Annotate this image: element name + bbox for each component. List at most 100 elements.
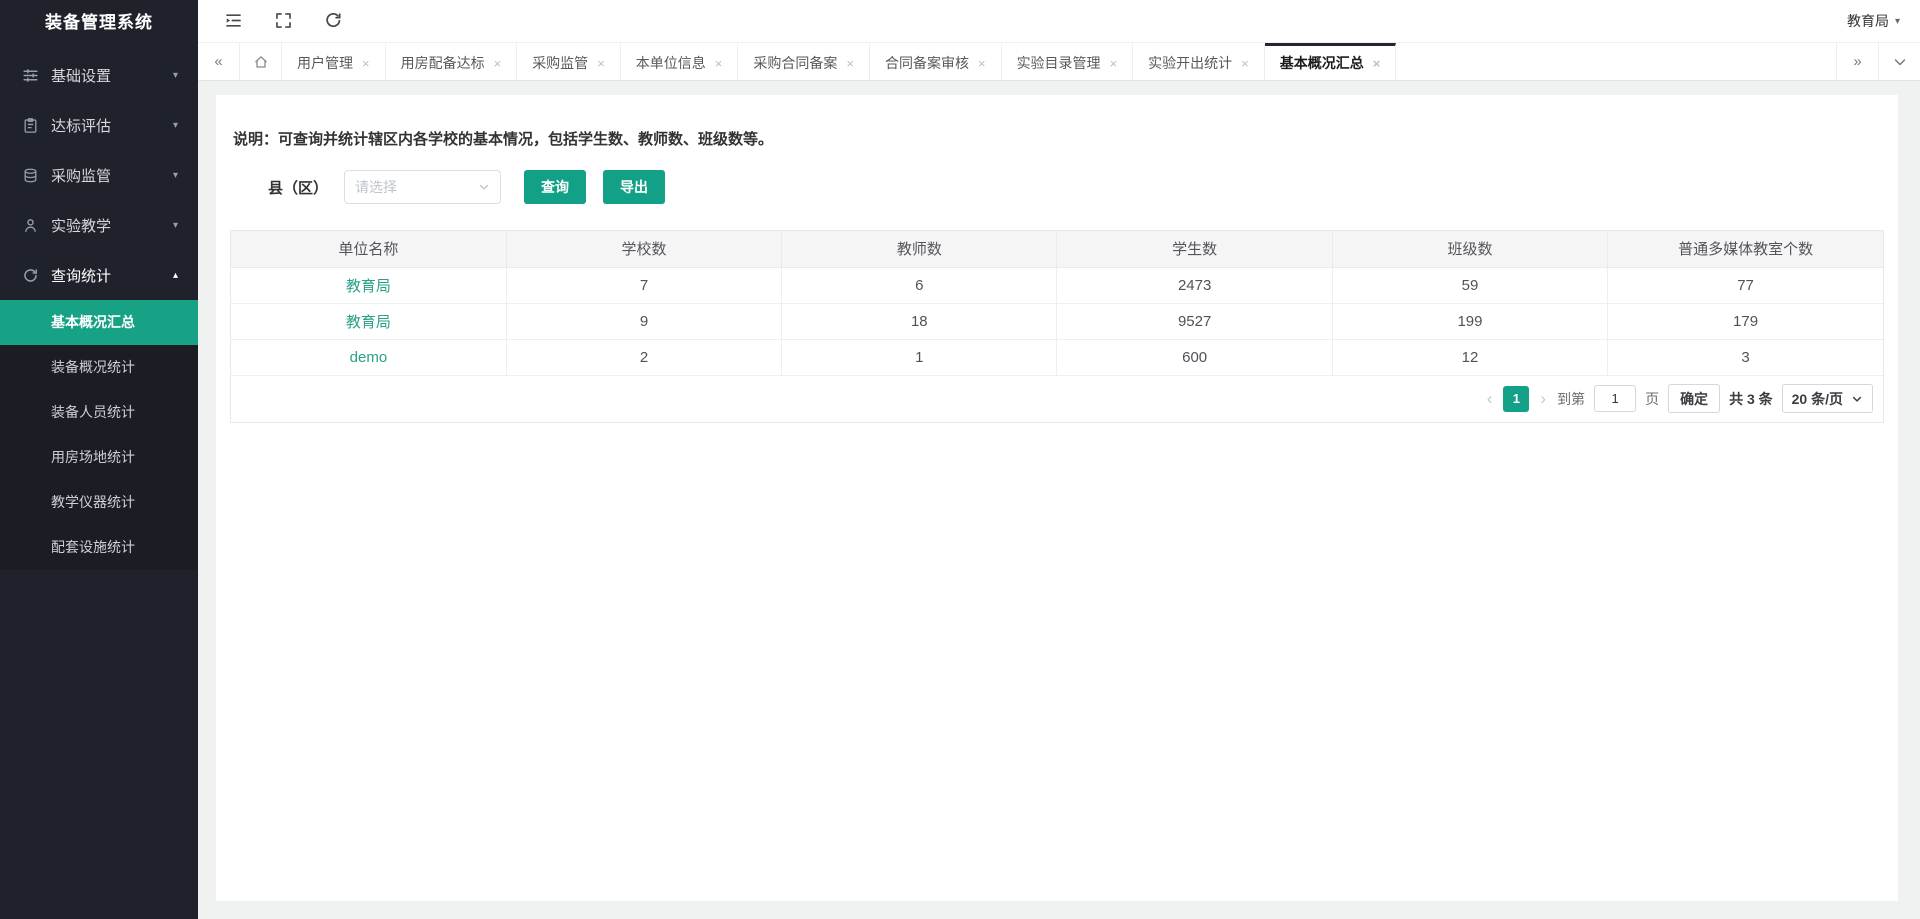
tab-item[interactable]: 采购合同备案 × bbox=[738, 43, 870, 80]
user-dropdown[interactable]: 教育局 ▾ bbox=[1847, 11, 1900, 31]
table-cell: 2 bbox=[505, 338, 783, 376]
tab-label: 合同备案审核 bbox=[884, 55, 969, 71]
fullscreen-icon[interactable] bbox=[274, 11, 294, 31]
tab-active[interactable]: 基本概况汇总 × bbox=[1264, 43, 1397, 80]
table-row: 教育局 9 18 9527 199 179 bbox=[231, 302, 1883, 340]
tabs-scroll-right-button[interactable]: » bbox=[1836, 43, 1878, 80]
unit-link[interactable]: 教育局 bbox=[346, 314, 391, 331]
refresh-icon[interactable] bbox=[324, 11, 344, 31]
sidebar-submenu-item[interactable]: 装备人员统计 bbox=[0, 390, 198, 435]
menu-arrow-icon: ▾ bbox=[172, 119, 178, 131]
tab-item[interactable]: 本单位信息 × bbox=[621, 43, 739, 80]
goto-confirm-button[interactable]: 确定 bbox=[1668, 384, 1721, 413]
topbar: 教育局 ▾ bbox=[198, 0, 1920, 43]
goto-suffix-label: 页 bbox=[1645, 390, 1660, 407]
tab-item[interactable]: 用房配备达标 × bbox=[386, 43, 518, 80]
sidebar-submenu-item[interactable]: 装备概况统计 bbox=[0, 345, 198, 390]
close-icon[interactable]: × bbox=[1241, 57, 1249, 70]
menu-item-label: 查询统计 bbox=[51, 267, 112, 285]
sidebar-menu-item[interactable]: 查询统计 ▴ bbox=[0, 250, 198, 300]
unit-name-cell: 教育局 bbox=[231, 266, 507, 304]
unit-link[interactable]: demo bbox=[350, 349, 388, 366]
page-number-button[interactable]: 1 bbox=[1503, 385, 1530, 412]
close-icon[interactable]: × bbox=[362, 57, 370, 70]
sidebar-submenu-item[interactable]: 基本概况汇总 bbox=[0, 300, 198, 345]
close-icon[interactable]: × bbox=[1110, 57, 1118, 70]
table-header-cell: 学校数 bbox=[505, 231, 783, 268]
menu-arrow-icon: ▾ bbox=[172, 69, 178, 81]
table-cell: 600 bbox=[1056, 338, 1333, 376]
table-header-cell: 教师数 bbox=[781, 231, 1058, 268]
menu-item-label: 采购监管 bbox=[51, 167, 112, 185]
tab-item[interactable]: 实验开出统计 × bbox=[1133, 43, 1265, 80]
tab-label: 采购监管 bbox=[532, 55, 589, 71]
tab-item[interactable]: 合同备案审核 × bbox=[870, 43, 1002, 80]
tabs-menu-button[interactable] bbox=[1878, 43, 1920, 80]
table-row: 教育局 7 6 2473 59 77 bbox=[231, 266, 1883, 304]
sidebar-menu-item[interactable]: 实验教学 ▾ bbox=[0, 200, 198, 250]
table-cell: 179 bbox=[1607, 302, 1883, 340]
tab-label: 基本概况汇总 bbox=[1279, 55, 1364, 71]
district-select[interactable]: 请选择 bbox=[344, 170, 502, 204]
table-cell: 18 bbox=[781, 302, 1058, 340]
table-cell: 3 bbox=[1607, 338, 1883, 376]
filter-row: 县（区） 请选择 查询 导出 bbox=[230, 170, 1884, 204]
page-description: 说明：可查询并统计辖区内各学校的基本情况，包括学生数、教师数、班级数等。 bbox=[233, 131, 774, 148]
close-icon[interactable]: × bbox=[715, 57, 723, 70]
goto-page-input[interactable] bbox=[1594, 385, 1637, 412]
tab-item[interactable]: 实验目录管理 × bbox=[1002, 43, 1134, 80]
district-select-placeholder: 请选择 bbox=[355, 179, 398, 195]
home-icon[interactable] bbox=[240, 43, 282, 80]
close-icon[interactable]: × bbox=[1373, 57, 1381, 70]
tab-item[interactable]: 用户管理 × bbox=[282, 43, 386, 80]
sync-icon bbox=[22, 267, 39, 284]
tabs-scroll-left-button[interactable]: « bbox=[198, 43, 240, 80]
sidebar-menu: 基础设置 ▾ 达标评估 ▾ 采购监管 ▾ 实验教学 ▾ 查询统计 ▴ 基本概况汇总 装备概况统计 装备人… bbox=[0, 50, 198, 570]
total-count-label: 共 3 条 bbox=[1729, 390, 1773, 407]
prev-page-icon[interactable]: ‹ bbox=[1485, 389, 1495, 409]
table-cell: 77 bbox=[1607, 266, 1883, 304]
sidebar-menu-item[interactable]: 基础设置 ▾ bbox=[0, 50, 198, 100]
table-cell: 7 bbox=[505, 266, 783, 304]
district-label: 县（区） bbox=[268, 179, 329, 197]
tab-label: 用房配备达标 bbox=[400, 55, 485, 71]
table-cell: 1 bbox=[781, 338, 1058, 376]
close-icon[interactable]: × bbox=[597, 57, 605, 70]
unit-name-cell: 教育局 bbox=[231, 302, 507, 340]
chevron-down-icon bbox=[478, 181, 490, 193]
pagination: ‹ 1 › 到第 页 确定 共 3 条 20 条/页 bbox=[231, 376, 1883, 422]
page-size-select[interactable]: 20 条/页 bbox=[1781, 384, 1873, 413]
content-background: 说明：可查询并统计辖区内各学校的基本情况，包括学生数、教师数、班级数等。 县（区… bbox=[198, 81, 1920, 919]
close-icon[interactable]: × bbox=[846, 57, 854, 70]
query-button[interactable]: 查询 bbox=[524, 170, 587, 204]
table-cell: 9 bbox=[505, 302, 783, 340]
sidebar-submenu-item[interactable]: 教学仪器统计 bbox=[0, 480, 198, 525]
sliders-icon bbox=[22, 67, 39, 84]
page-size-value: 20 条/页 bbox=[1791, 390, 1843, 407]
menu-item-label: 达标评估 bbox=[51, 117, 112, 135]
export-button[interactable]: 导出 bbox=[603, 170, 666, 204]
close-icon[interactable]: × bbox=[978, 57, 986, 70]
chevron-down-icon: ▾ bbox=[1894, 15, 1900, 27]
next-page-icon[interactable]: › bbox=[1538, 389, 1548, 409]
table-header-cell: 普通多媒体教室个数 bbox=[1607, 231, 1883, 268]
app-title: 装备管理系统 bbox=[45, 13, 153, 32]
sidebar-submenu-item[interactable]: 配套设施统计 bbox=[0, 525, 198, 570]
unit-link[interactable]: 教育局 bbox=[346, 278, 391, 295]
chevron-down-icon bbox=[1852, 396, 1862, 402]
sidebar-submenu: 基本概况汇总 装备概况统计 装备人员统计 用房场地统计 教学仪器统计 配套设施统计 bbox=[0, 300, 198, 570]
menu-fold-icon[interactable] bbox=[224, 11, 244, 31]
sidebar-submenu-item[interactable]: 用房场地统计 bbox=[0, 435, 198, 480]
sidebar-menu-item[interactable]: 达标评估 ▾ bbox=[0, 100, 198, 150]
tab-label: 用户管理 bbox=[297, 55, 353, 71]
menu-item-label: 实验教学 bbox=[51, 217, 112, 235]
table-cell: 199 bbox=[1331, 302, 1609, 340]
table-header-cell: 单位名称 bbox=[231, 231, 507, 268]
close-icon[interactable]: × bbox=[494, 57, 502, 70]
table-body: 教育局 7 6 2473 59 77 教育局 9 18 9527 199 179 demo 2 1 600 12… bbox=[231, 266, 1883, 376]
stack-icon bbox=[22, 167, 39, 184]
tab-item[interactable]: 采购监管 × bbox=[517, 43, 621, 80]
tab-label: 实验开出统计 bbox=[1148, 55, 1233, 71]
sidebar-menu-item[interactable]: 采购监管 ▾ bbox=[0, 150, 198, 200]
table-header-cell: 学生数 bbox=[1056, 231, 1333, 268]
